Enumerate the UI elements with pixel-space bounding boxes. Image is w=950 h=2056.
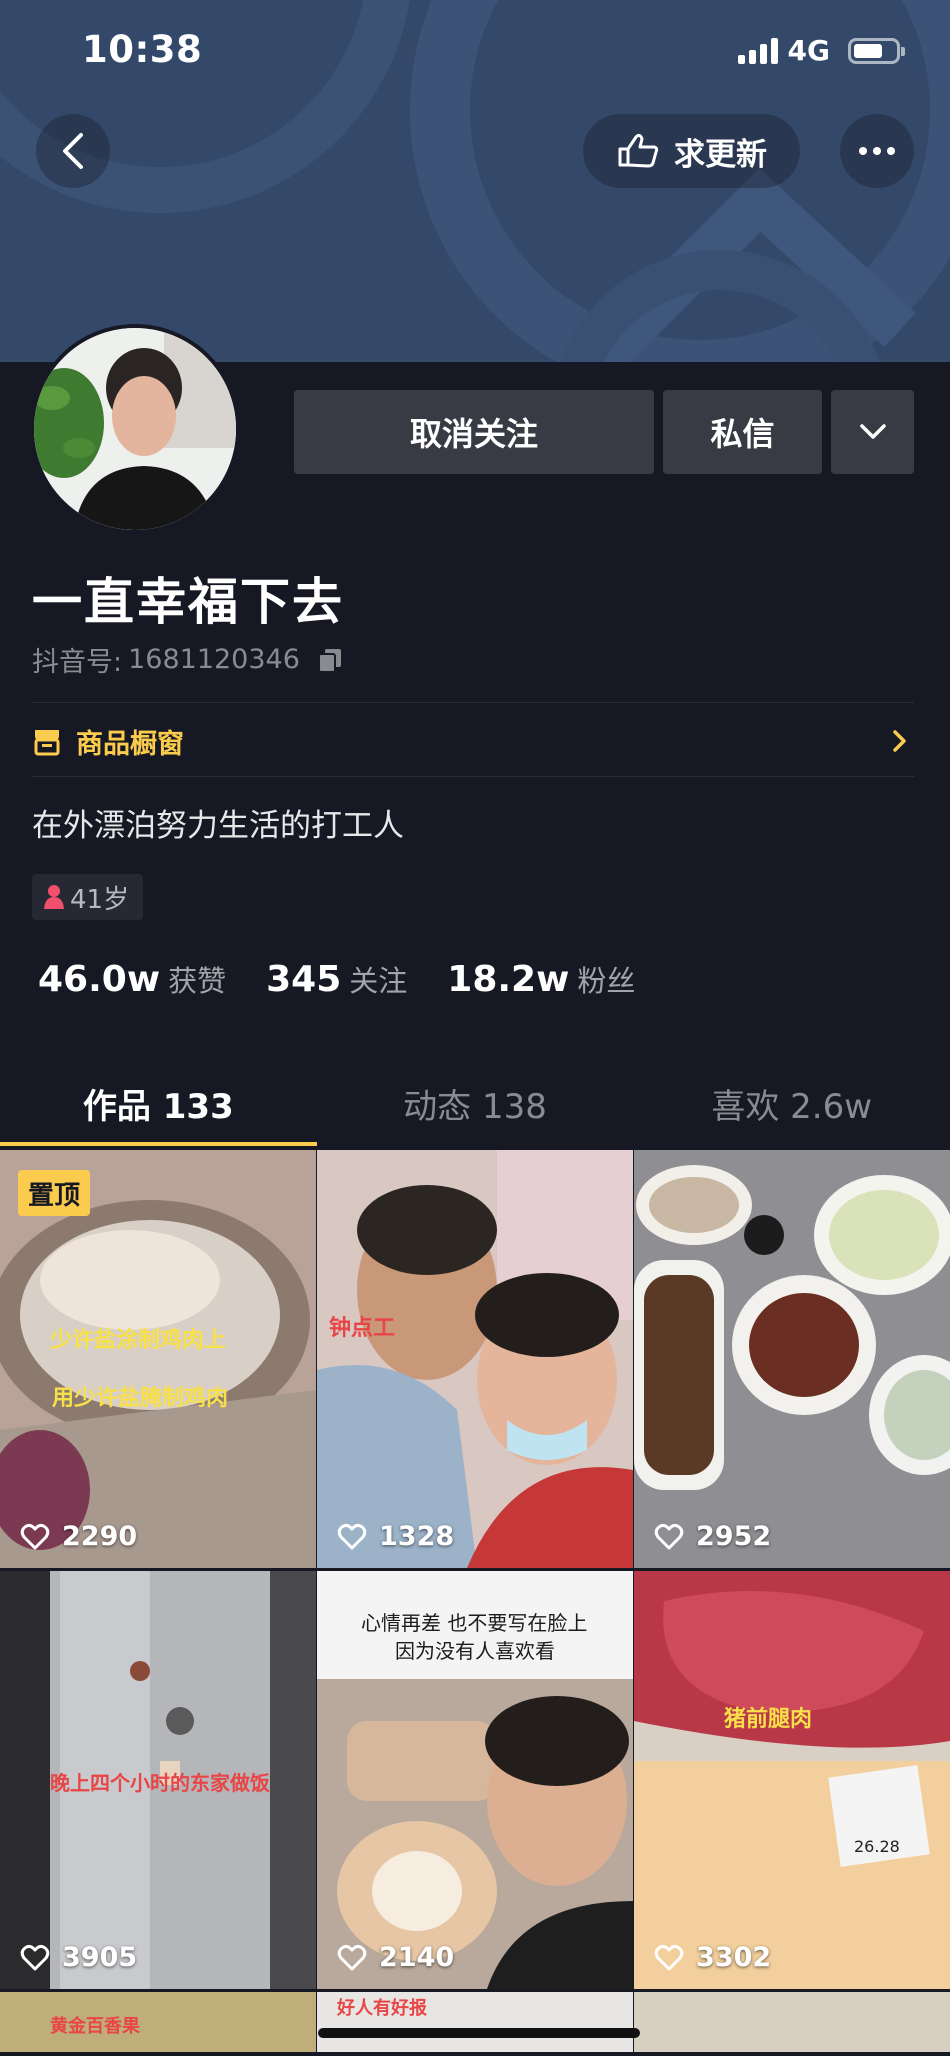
more-dot-icon: [873, 147, 881, 155]
video-cover-image: [634, 1571, 950, 1989]
recommend-dropdown-button[interactable]: [831, 390, 914, 474]
message-button[interactable]: 私信: [663, 390, 822, 474]
video-thumbnail[interactable]: 晚上四个小时的东家做饭 3905: [0, 1571, 316, 1989]
like-count: 3905: [62, 1942, 138, 1973]
copy-icon[interactable]: [316, 646, 344, 674]
stat-likes-label: 获赞: [168, 964, 227, 998]
divider: [32, 776, 914, 777]
stat-followers-value: 18.2w: [447, 959, 570, 1000]
status-icons: 4G: [737, 34, 905, 67]
status-time: 10:38: [82, 28, 203, 71]
tab-works[interactable]: 作品 133: [0, 1060, 317, 1146]
video-thumbnail[interactable]: 2952: [634, 1150, 950, 1568]
profile-cover: 10:38 4G 求更新: [0, 0, 950, 362]
avatar-photo: [34, 328, 236, 530]
request-update-button[interactable]: 求更新: [583, 114, 800, 188]
back-button[interactable]: [36, 114, 110, 188]
age-value: 41岁: [70, 884, 130, 915]
pinned-badge: 置顶: [18, 1170, 91, 1216]
video-caption: 因为没有人喜欢看: [395, 1639, 555, 1663]
unfollow-button[interactable]: 取消关注: [294, 390, 654, 474]
product-showcase-link[interactable]: 商品橱窗: [32, 704, 914, 778]
video-caption: 好人有好报: [337, 1998, 427, 2019]
video-thumbnail[interactable]: [634, 1992, 950, 2052]
more-dot-icon: [859, 147, 867, 155]
heart-icon: [20, 1523, 50, 1549]
video-like-count: 2290: [20, 1521, 137, 1552]
douyin-id: 抖音号: 1681120346: [32, 640, 344, 679]
profile-nickname: 一直幸福下去: [32, 573, 344, 631]
stat-following-value: 345: [266, 959, 342, 1000]
video-thumbnail[interactable]: 钟点工 1328: [317, 1150, 633, 1568]
profile-tabs: 作品 133 动态 138 喜欢 2.6w: [0, 1060, 950, 1146]
like-count: 2952: [696, 1521, 772, 1552]
stat-followers[interactable]: 18.2w 粉丝: [447, 958, 635, 1000]
heart-icon: [337, 1523, 367, 1549]
heart-icon: [337, 1944, 367, 1970]
video-like-count: 2952: [654, 1521, 771, 1552]
chevron-down-icon: [859, 424, 886, 439]
video-cover-image: [317, 1150, 633, 1568]
video-grid: 置顶 少许盐涂制鸡肉上 用少许盐腌制鸡肉 2290 钟点工 1328 2952 …: [0, 1150, 950, 2052]
video-caption: 钟点工: [329, 1316, 396, 1341]
video-caption: 心情再差 也不要写在脸上: [361, 1611, 588, 1635]
home-indicator: [318, 2028, 640, 2038]
chevron-left-icon: [63, 133, 83, 169]
stat-likes: 46.0w 获赞: [38, 958, 226, 1000]
request-update-label: 求更新: [674, 136, 767, 173]
shop-icon: [34, 730, 60, 756]
like-count: 2290: [62, 1521, 138, 1552]
video-caption: 黄金百香果: [50, 2016, 140, 2037]
product-showcase-label: 商品橱窗: [76, 728, 184, 760]
avatar[interactable]: [30, 324, 240, 534]
video-thumbnail[interactable]: 好人有好报: [317, 1992, 633, 2052]
video-like-count: 1328: [337, 1521, 454, 1552]
chevron-right-icon: [893, 730, 906, 752]
video-caption: 少许盐涂制鸡肉上: [50, 1328, 227, 1353]
douyin-id-value: 1681120346: [128, 644, 300, 675]
video-caption: 用少许盐腌制鸡肉: [52, 1386, 229, 1411]
heart-icon: [20, 1944, 50, 1970]
video-thumbnail[interactable]: 猪前腿肉 26.28 3302: [634, 1571, 950, 1989]
battery-icon: [848, 37, 905, 64]
profile-page: 10:38 4G 求更新 取消关注 私信 一直幸福下去 抖音号: 1681120…: [0, 0, 950, 2056]
stat-following[interactable]: 345 关注: [266, 958, 407, 1000]
price-label: 26.28: [854, 1837, 900, 1856]
video-caption: 猪前腿肉: [724, 1707, 813, 1732]
divider: [32, 702, 914, 703]
like-count: 2140: [379, 1942, 455, 1973]
profile-bio: 在外漂泊努力生活的打工人: [32, 808, 404, 844]
profile-stats: 46.0w 获赞 345 关注 18.2w 粉丝: [38, 958, 675, 1000]
video-like-count: 3302: [654, 1942, 771, 1973]
heart-icon: [654, 1944, 684, 1970]
tab-likes[interactable]: 喜欢 2.6w: [633, 1060, 950, 1146]
pointing-hand-icon: [618, 133, 659, 168]
signal-icon: [737, 37, 778, 64]
stat-following-label: 关注: [349, 964, 408, 998]
video-caption: 晚上四个小时的东家做饭: [50, 1771, 270, 1795]
like-count: 1328: [379, 1521, 455, 1552]
tab-posts[interactable]: 动态 138: [317, 1060, 634, 1146]
heart-icon: [654, 1523, 684, 1549]
more-dot-icon: [887, 147, 895, 155]
video-like-count: 3905: [20, 1942, 137, 1973]
network-type: 4G: [787, 34, 830, 67]
stat-likes-value: 46.0w: [38, 959, 161, 1000]
status-bar: 10:38 4G: [0, 0, 950, 100]
video-thumbnail[interactable]: 黄金百香果: [0, 1992, 316, 2052]
douyin-id-label: 抖音号:: [32, 647, 123, 678]
age-tag: 41岁: [32, 874, 144, 920]
video-thumbnail[interactable]: 置顶 少许盐涂制鸡肉上 用少许盐腌制鸡肉 2290: [0, 1150, 316, 1568]
female-icon: [44, 885, 64, 909]
video-cover-image: [634, 1150, 950, 1568]
like-count: 3302: [696, 1942, 772, 1973]
more-options-button[interactable]: [840, 114, 914, 188]
video-thumbnail[interactable]: 心情再差 也不要写在脸上 因为没有人喜欢看 2140: [317, 1571, 633, 1989]
stat-followers-label: 粉丝: [577, 964, 636, 998]
video-like-count: 2140: [337, 1942, 454, 1973]
